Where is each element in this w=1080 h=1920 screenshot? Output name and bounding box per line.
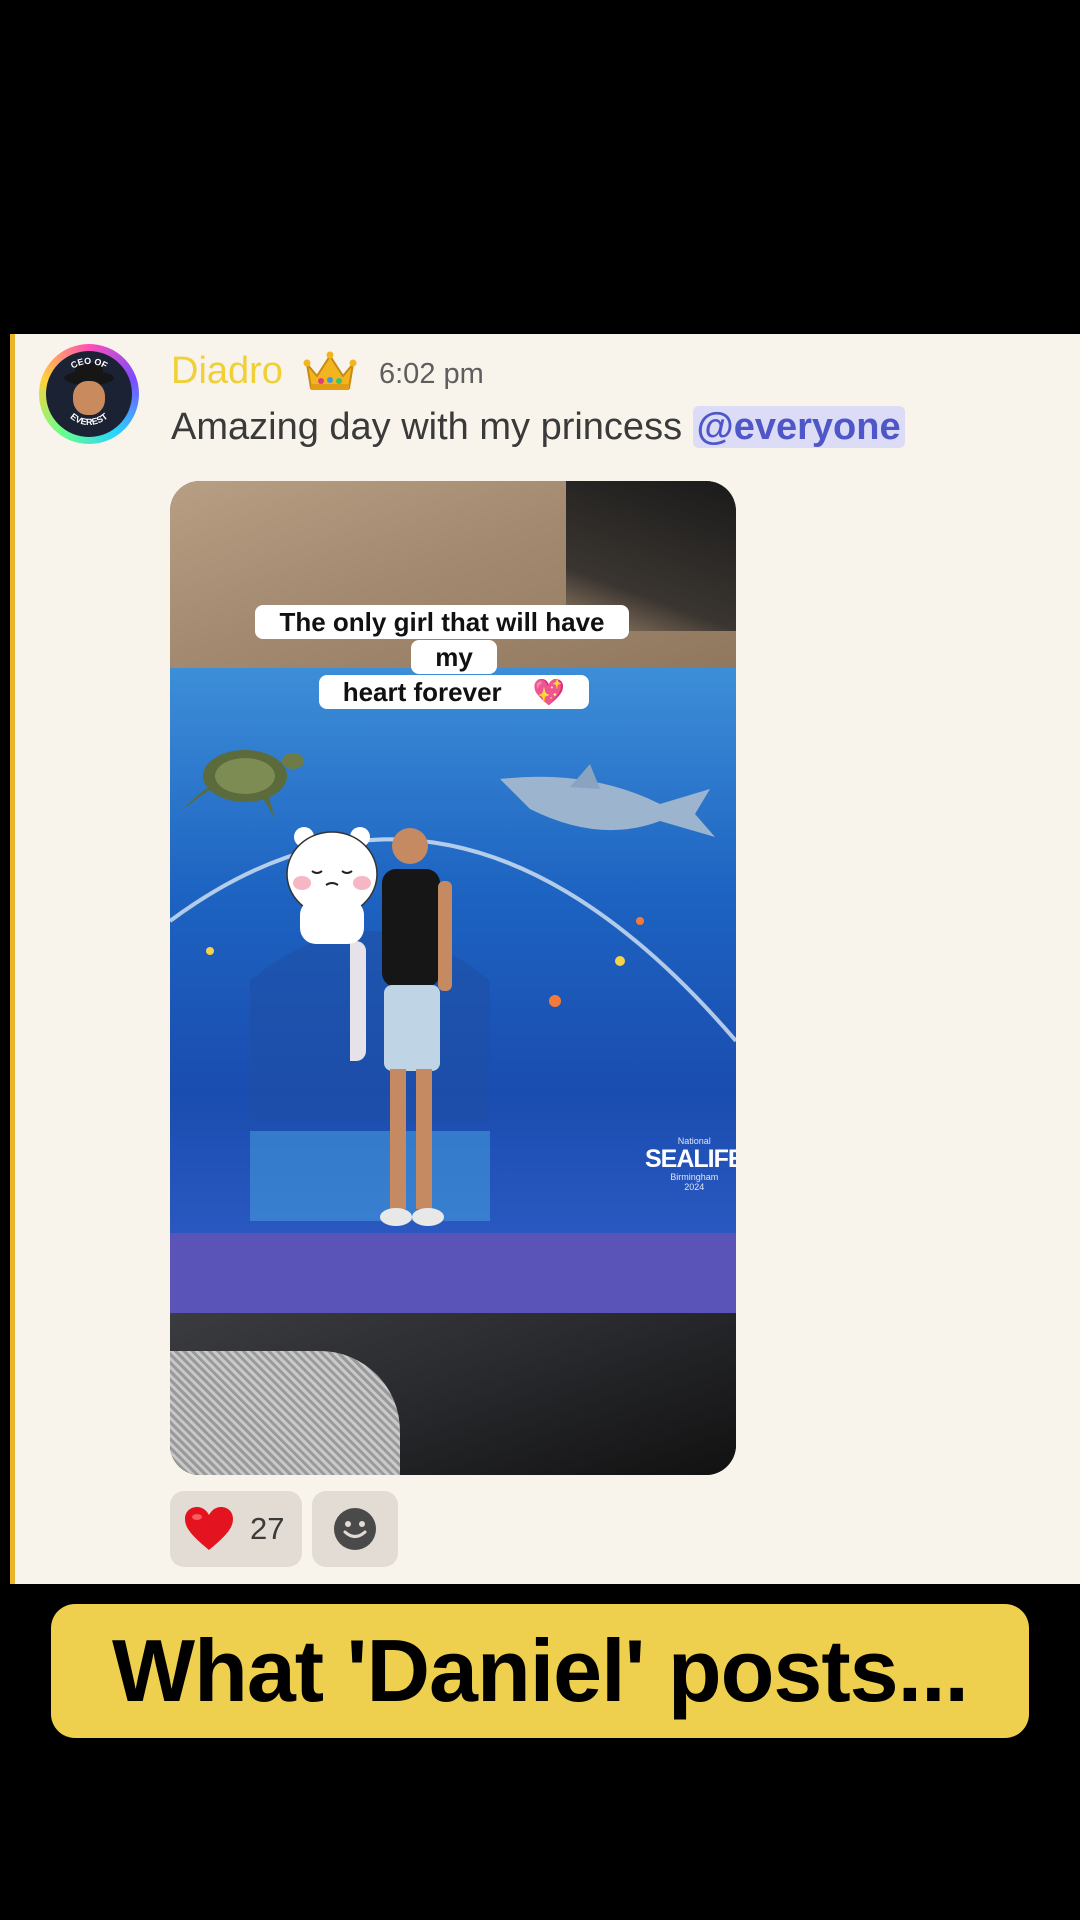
- message-card: CEO OF EVEREST Diadro 6:02 pm Amazing da…: [10, 334, 1080, 1584]
- sealife-logo: National SEALIFE Birmingham 2024: [645, 1136, 736, 1192]
- crown-icon: [303, 351, 357, 390]
- video-caption: The only girl that will have my heart for…: [252, 605, 656, 710]
- timestamp: 6:02 pm: [379, 358, 484, 390]
- caption-banner: What 'Daniel' posts...: [51, 1604, 1029, 1738]
- sparkling-heart-icon: 💖: [520, 675, 578, 709]
- image-attachment[interactable]: National SEALIFE Birmingham 2024 The onl…: [170, 481, 736, 1475]
- heart-reaction[interactable]: 27: [170, 1491, 302, 1567]
- photo-mount-floor: [170, 1233, 736, 1313]
- add-reaction-button[interactable]: [312, 1491, 398, 1567]
- turtle-icon: [180, 750, 304, 819]
- bear-sticker: [286, 827, 378, 944]
- message-body: Amazing day with my princess: [171, 406, 683, 448]
- mention-everyone[interactable]: @everyone: [692, 406, 905, 448]
- svg-text:EVEREST: EVEREST: [69, 411, 110, 427]
- message-accent-bar: [10, 334, 15, 1584]
- reactions-bar: 27: [170, 1491, 398, 1567]
- message-text: Amazing day with my princess @everyone: [171, 406, 905, 449]
- avatar-ring-text: CEO OF EVEREST: [69, 356, 110, 427]
- reaction-count: 27: [250, 1511, 285, 1546]
- username[interactable]: Diadro: [171, 350, 283, 393]
- svg-text:CEO OF: CEO OF: [69, 356, 110, 371]
- avatar[interactable]: CEO OF EVEREST: [39, 344, 139, 444]
- banner-text: What 'Daniel' posts...: [112, 1621, 969, 1720]
- shark-icon: [500, 764, 715, 837]
- add-reaction-icon: [334, 1508, 376, 1550]
- heart-icon: [185, 1507, 233, 1550]
